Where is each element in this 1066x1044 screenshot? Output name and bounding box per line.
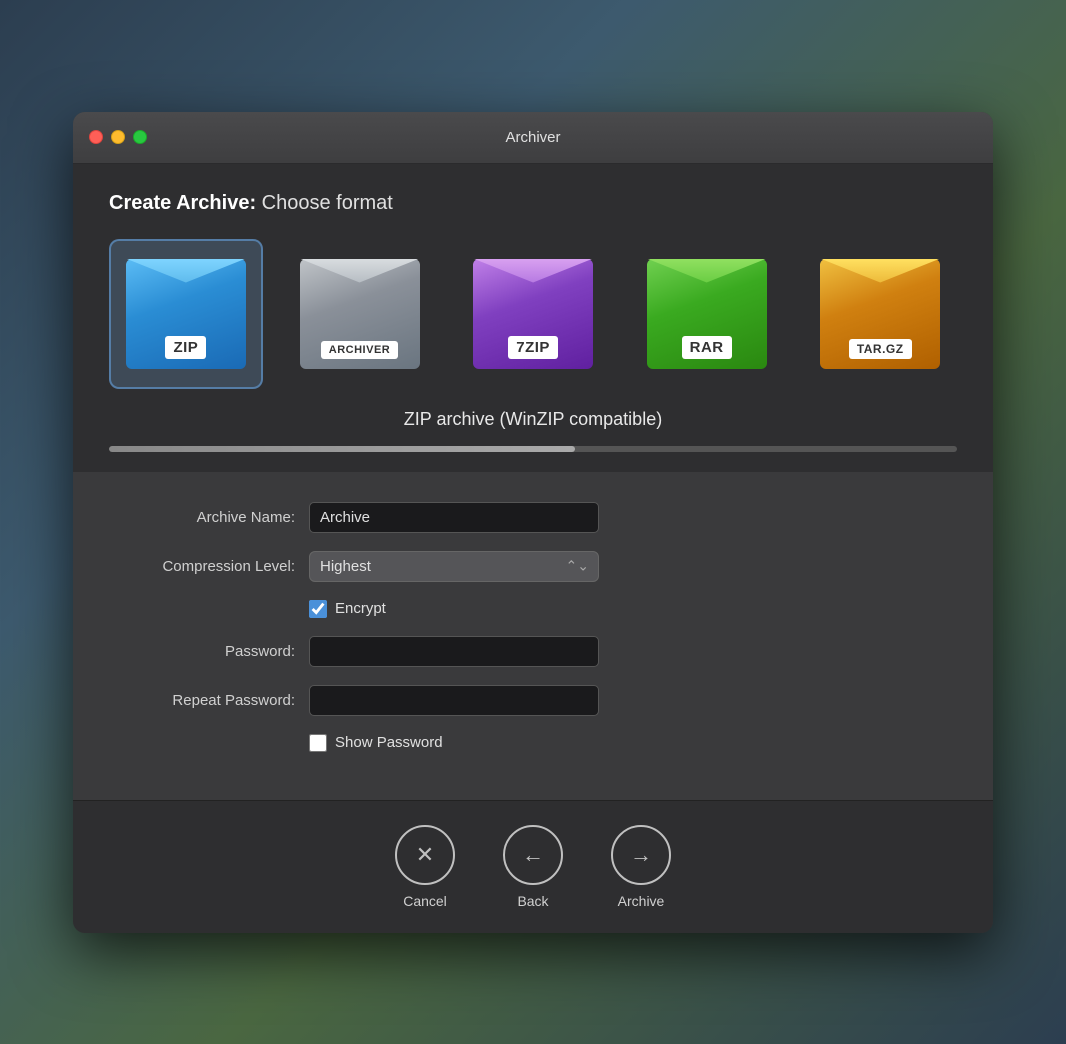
7zip-label: 7ZIP [508, 336, 558, 359]
envelope-zip: ZIP [126, 259, 246, 369]
archive-button[interactable]: → Archive [611, 825, 671, 909]
archive-name-row: Archive Name: [109, 502, 957, 533]
format-description: ZIP archive (WinZIP compatible) [109, 409, 957, 430]
envelope-targz: TAR.GZ [820, 259, 940, 369]
archiver-label: ARCHIVER [321, 341, 398, 359]
show-password-row: Show Password [109, 734, 957, 752]
compression-row: Compression Level: Lowest Low Normal Hig… [109, 551, 957, 582]
top-section: Create Archive: Choose format ZIP ARCHIV… [73, 164, 993, 472]
compression-label: Compression Level: [109, 558, 309, 575]
close-button[interactable] [89, 130, 103, 144]
compression-select[interactable]: Lowest Low Normal High Highest [309, 551, 599, 582]
rar-label: RAR [682, 336, 732, 359]
format-rar[interactable]: RAR [630, 239, 784, 389]
flap-zip [126, 259, 246, 299]
encrypt-checkbox[interactable] [309, 600, 327, 618]
format-icons: ZIP ARCHIVER 7ZIP [109, 239, 957, 389]
bottom-section: Archive Name: Compression Level: Lowest … [73, 472, 993, 800]
minimize-button[interactable] [111, 130, 125, 144]
flap-archiver [300, 259, 420, 299]
password-row: Password: [109, 636, 957, 667]
progress-bar-container [109, 446, 957, 452]
compression-select-wrapper: Lowest Low Normal High Highest ⌃⌄ [309, 551, 599, 582]
flap-targz [820, 259, 940, 299]
cancel-label: Cancel [403, 893, 447, 909]
flap-7zip [473, 259, 593, 299]
maximize-button[interactable] [133, 130, 147, 144]
archive-label: Archive [618, 893, 665, 909]
zip-label: ZIP [165, 336, 206, 359]
flap-rar [647, 259, 767, 299]
show-password-checkbox[interactable] [309, 734, 327, 752]
back-icon: ← [503, 825, 563, 885]
repeat-password-input[interactable] [309, 685, 599, 716]
window-title: Archiver [505, 129, 560, 146]
titlebar: Archiver [73, 112, 993, 164]
archive-name-label: Archive Name: [109, 509, 309, 526]
encrypt-row: Encrypt [109, 600, 957, 618]
section-header: Create Archive: Choose format [109, 192, 957, 215]
envelope-archiver: ARCHIVER [300, 259, 420, 369]
traffic-lights [89, 130, 147, 144]
cancel-icon: ✕ [395, 825, 455, 885]
progress-bar-fill [109, 446, 575, 452]
password-label: Password: [109, 643, 309, 660]
show-password-label[interactable]: Show Password [335, 734, 443, 751]
targz-label: TAR.GZ [849, 339, 912, 359]
envelope-7zip: 7ZIP [473, 259, 593, 369]
format-archiver[interactable]: ARCHIVER [283, 239, 437, 389]
encrypt-label[interactable]: Encrypt [335, 600, 386, 617]
repeat-password-label: Repeat Password: [109, 692, 309, 709]
back-button[interactable]: ← Back [503, 825, 563, 909]
section-header-normal: Choose format [262, 192, 393, 214]
main-window: Archiver Create Archive: Choose format Z… [73, 112, 993, 933]
archive-name-input[interactable] [309, 502, 599, 533]
format-targz[interactable]: TAR.GZ [803, 239, 957, 389]
format-7zip[interactable]: 7ZIP [456, 239, 610, 389]
section-header-bold: Create Archive: [109, 192, 256, 214]
back-label: Back [517, 893, 548, 909]
format-zip[interactable]: ZIP [109, 239, 263, 389]
footer: ✕ Cancel ← Back → Archive [73, 800, 993, 933]
cancel-button[interactable]: ✕ Cancel [395, 825, 455, 909]
repeat-password-row: Repeat Password: [109, 685, 957, 716]
password-input[interactable] [309, 636, 599, 667]
envelope-rar: RAR [647, 259, 767, 369]
archive-icon: → [611, 825, 671, 885]
